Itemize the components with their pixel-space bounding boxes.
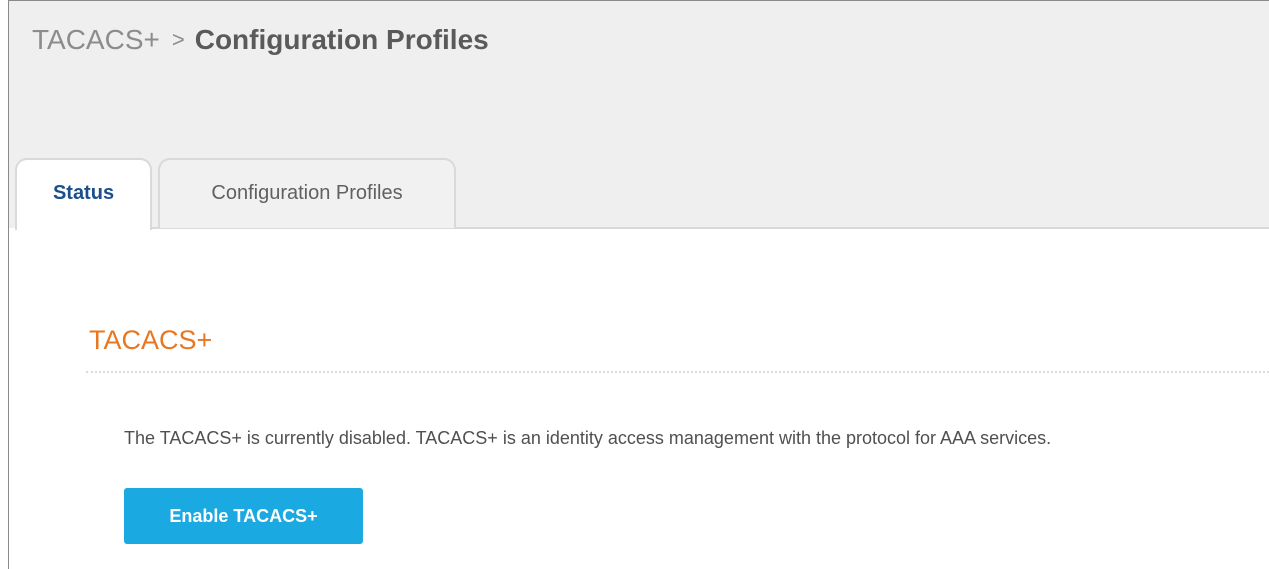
status-description: The TACACS+ is currently disabled. TACAC…: [124, 428, 1052, 448]
breadcrumb-separator: >: [171, 27, 185, 52]
section-divider: [86, 371, 1269, 373]
breadcrumb: TACACS+ > Configuration Profiles: [32, 23, 489, 59]
tab-status[interactable]: Status: [15, 158, 152, 230]
app-frame: TACACS+ > Configuration Profiles Status Co…: [8, 0, 1269, 569]
tab-configuration-profiles[interactable]: Configuration Profiles: [158, 158, 456, 228]
section-title: TACACS+: [89, 325, 213, 355]
breadcrumb-root-link[interactable]: TACACS+: [32, 24, 160, 55]
enable-tacacs-button[interactable]: Enable TACACS+: [124, 488, 363, 544]
page-title: Configuration Profiles: [194, 24, 489, 55]
